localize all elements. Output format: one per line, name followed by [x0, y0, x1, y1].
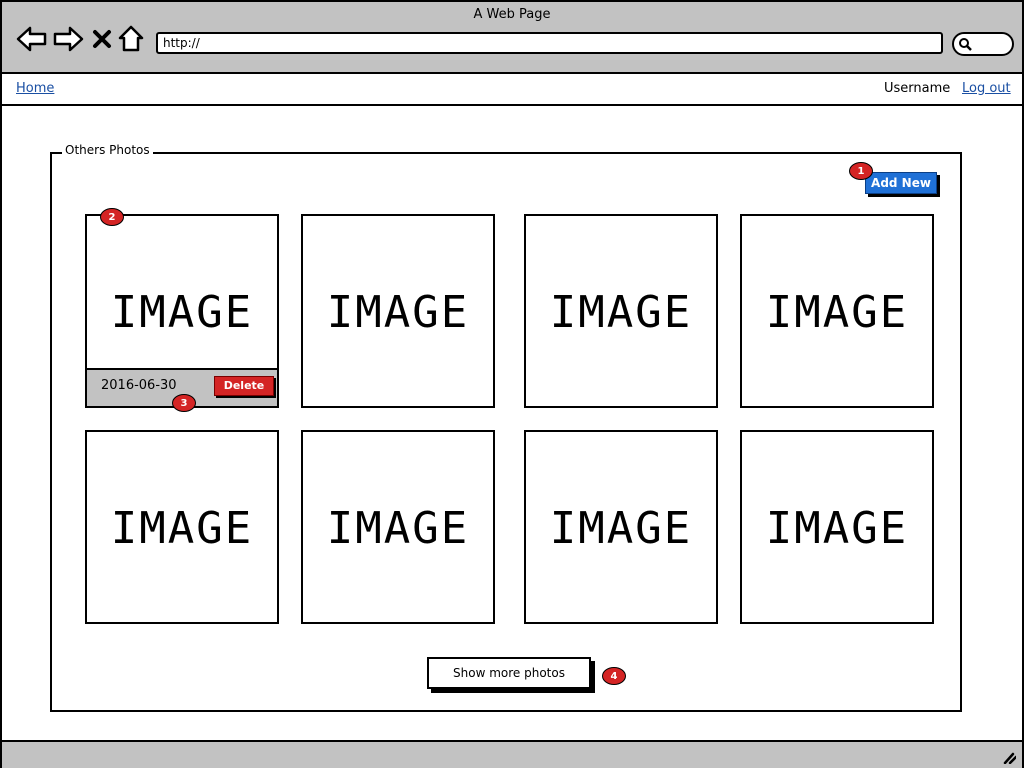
logout-link[interactable]: Log out	[962, 81, 1011, 96]
image-placeholder: IMAGE	[110, 503, 254, 554]
forward-arrow-icon[interactable]	[52, 24, 84, 54]
annotation-badge-4: 4	[602, 667, 626, 685]
annotation-badge-1: 1	[849, 162, 873, 180]
delete-button[interactable]: Delete	[214, 376, 274, 396]
image-placeholder: IMAGE	[765, 503, 909, 554]
photo-card[interactable]: IMAGE	[740, 430, 934, 624]
photo-card[interactable]: IMAGE	[301, 430, 495, 624]
photo-card[interactable]: IMAGE	[524, 214, 718, 408]
resize-grip-icon[interactable]	[1002, 750, 1016, 764]
photo-card[interactable]: IMAGE	[524, 430, 718, 624]
annotation-badge-2: 2	[100, 208, 124, 226]
address-bar[interactable]: http://	[156, 32, 943, 54]
browser-search-box[interactable]	[952, 32, 1014, 56]
add-new-button[interactable]: Add New	[865, 172, 937, 194]
close-x-icon[interactable]	[90, 24, 114, 54]
photo-card[interactable]: IMAGE	[85, 430, 279, 624]
photo-date: 2016-06-30	[101, 378, 177, 393]
panel-legend: Others Photos	[62, 143, 153, 157]
browser-toolbar: A Web Page http://	[2, 2, 1022, 74]
image-placeholder: IMAGE	[549, 287, 693, 338]
browser-status-bar	[2, 740, 1022, 768]
window-title: A Web Page	[473, 7, 551, 22]
image-placeholder: IMAGE	[765, 287, 909, 338]
back-arrow-icon[interactable]	[16, 24, 48, 54]
image-placeholder: IMAGE	[110, 287, 254, 338]
site-nav: Home Username Log out	[2, 74, 1022, 106]
photo-card[interactable]: IMAGE	[301, 214, 495, 408]
photo-card[interactable]: IMAGE 2016-06-30 Delete	[85, 214, 279, 408]
username-label: Username	[884, 81, 951, 96]
image-placeholder: IMAGE	[326, 287, 470, 338]
home-icon[interactable]	[118, 24, 144, 54]
show-more-photos-button[interactable]: Show more photos	[427, 657, 591, 689]
search-icon	[959, 38, 972, 51]
home-link[interactable]: Home	[16, 81, 54, 96]
annotation-badge-3: 3	[172, 394, 196, 412]
image-placeholder: IMAGE	[549, 503, 693, 554]
photo-card[interactable]: IMAGE	[740, 214, 934, 408]
image-placeholder: IMAGE	[326, 503, 470, 554]
